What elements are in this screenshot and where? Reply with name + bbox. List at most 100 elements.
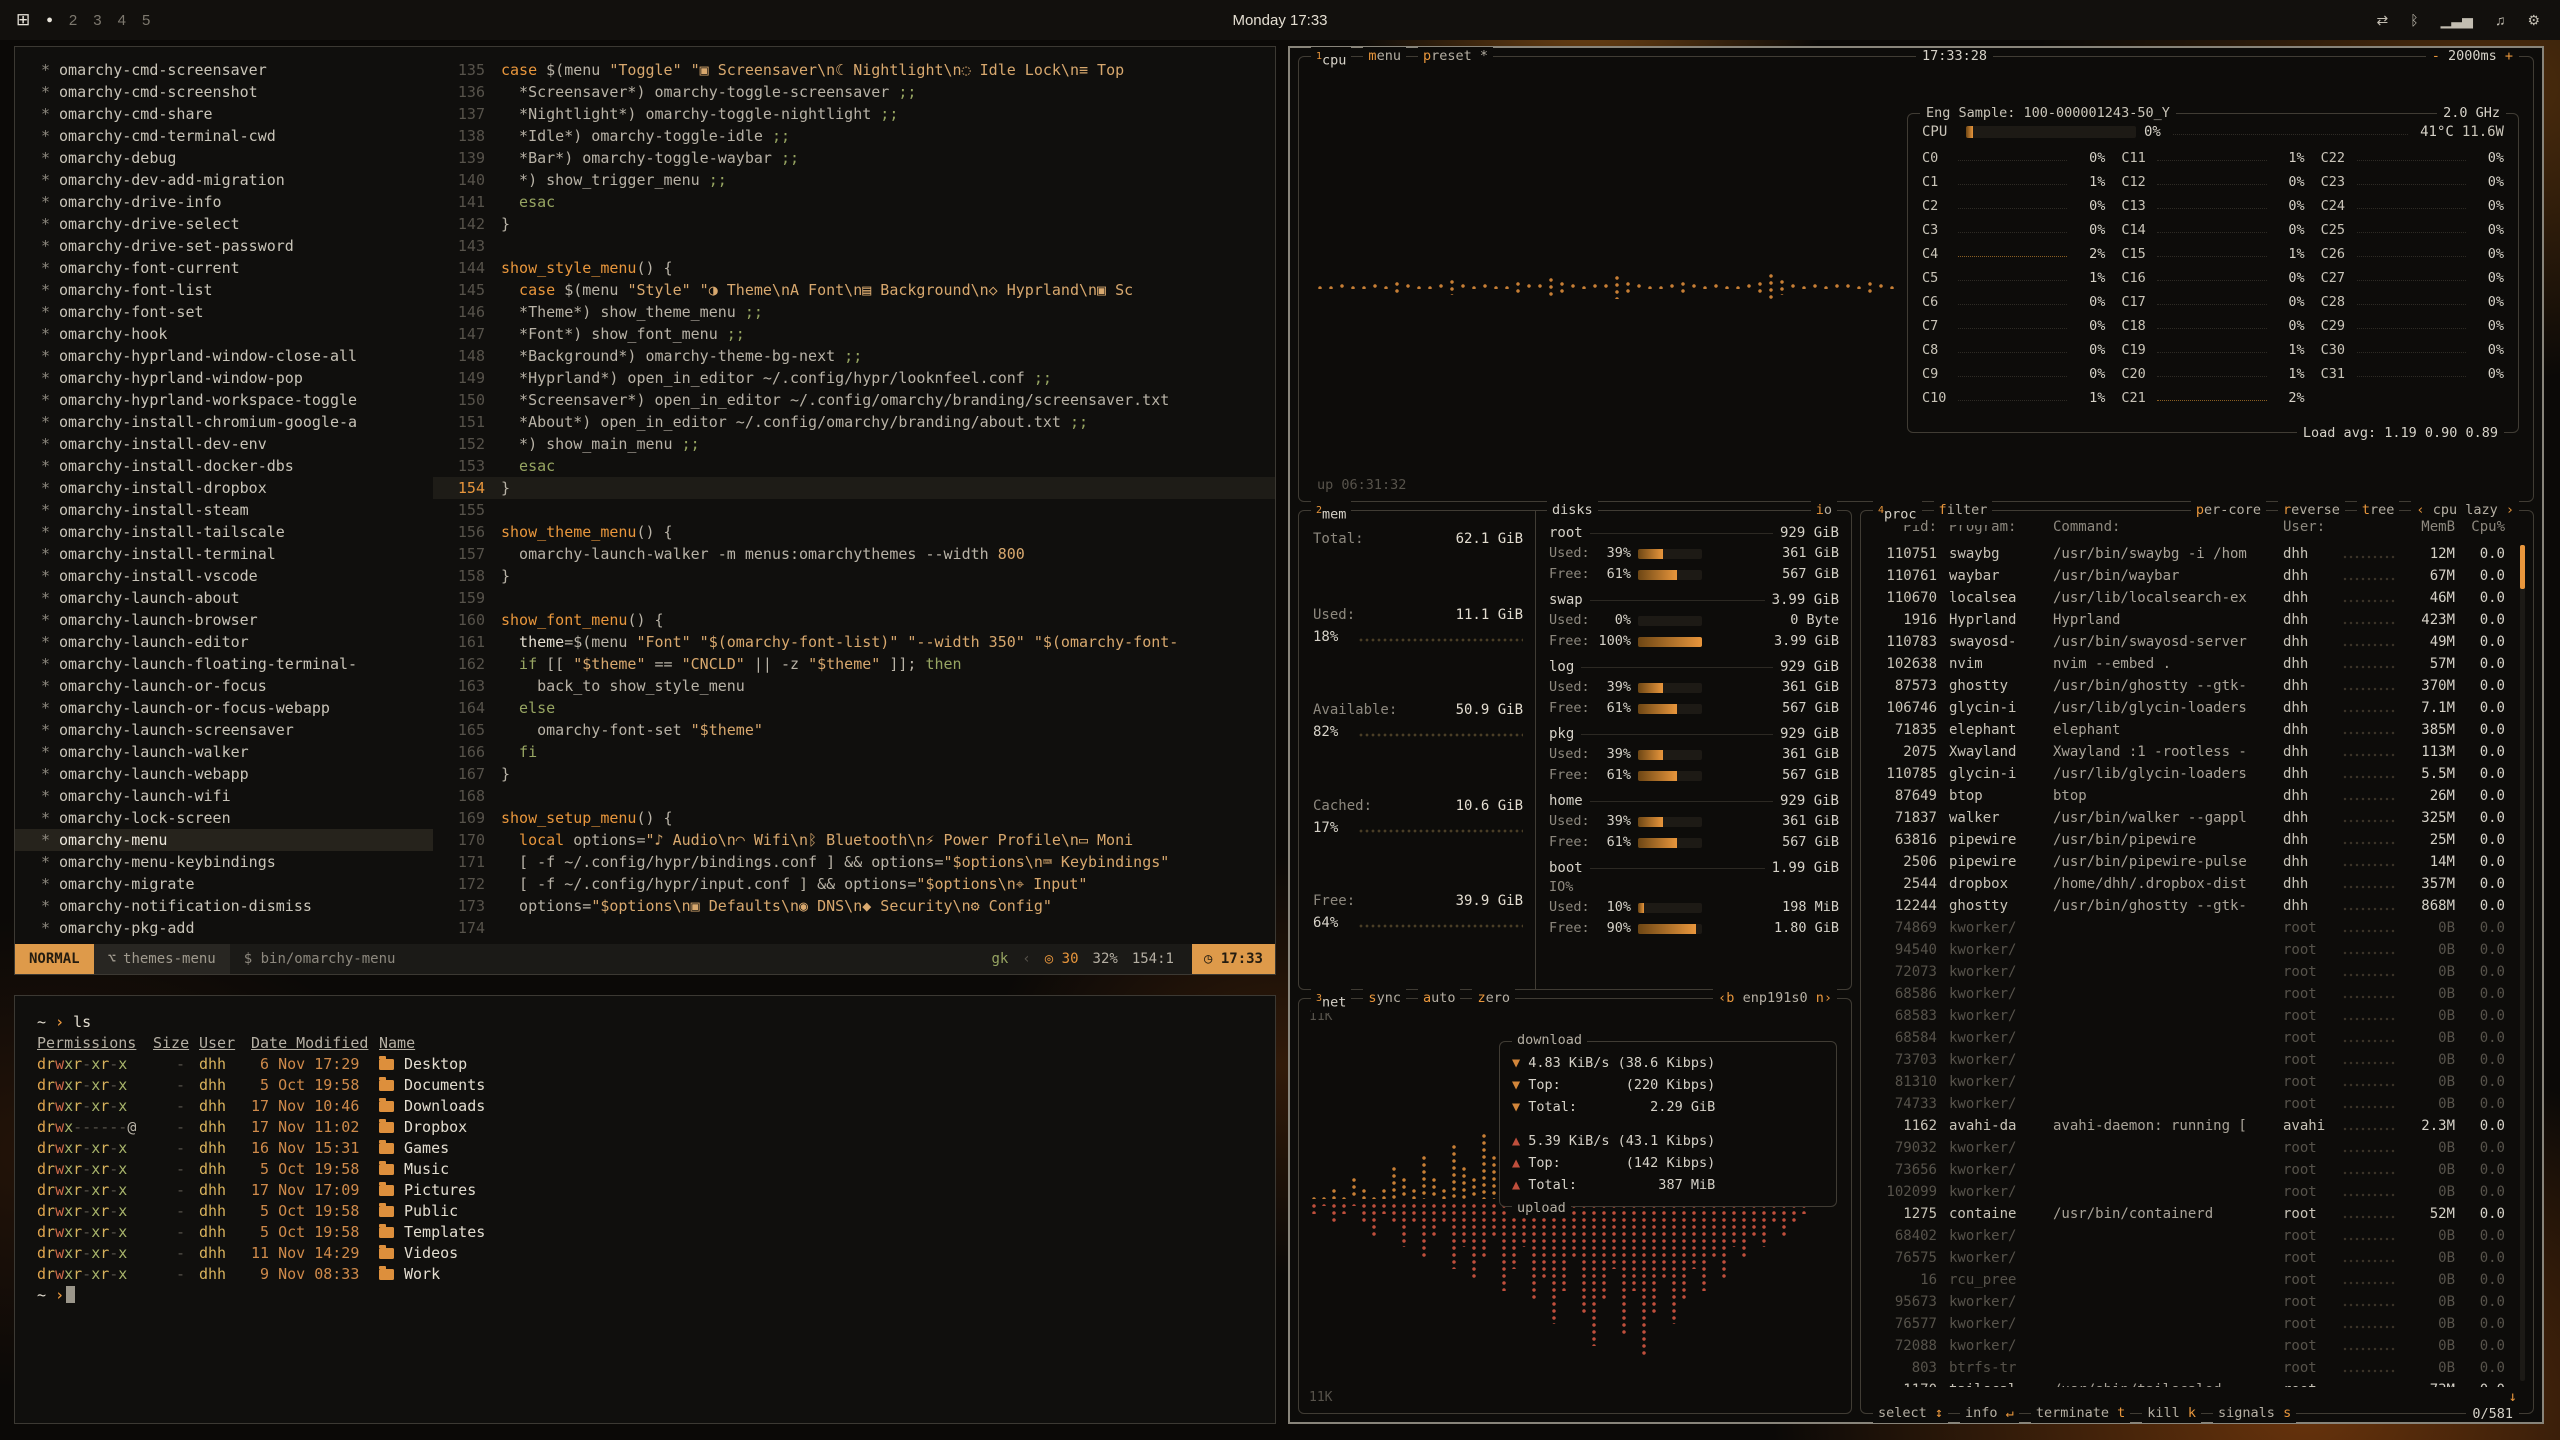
process-row[interactable]: 95673kworker/root0B0.0 xyxy=(1875,1291,2505,1313)
stats-icon[interactable]: ▁▃▅ xyxy=(2441,12,2473,29)
proc-footer-button[interactable]: signals s xyxy=(2213,1404,2296,1423)
explorer-item[interactable]: *omarchy-cmd-share xyxy=(15,103,433,125)
bluetooth-icon[interactable]: ᛒ xyxy=(2410,12,2418,29)
io-mode-button[interactable]: io xyxy=(1811,501,1837,520)
apps-icon[interactable]: ⊞ xyxy=(16,10,30,30)
explorer-item[interactable]: *omarchy-hyprland-window-pop xyxy=(15,367,433,389)
process-row[interactable]: 71837walker/usr/bin/walker --gappldhh325… xyxy=(1875,807,2505,829)
process-row[interactable]: 1170tailscal/usr/sbin/tailscaled --root7… xyxy=(1875,1379,2505,1387)
sort-selector[interactable]: ‹ cpu lazy › xyxy=(2411,501,2519,520)
workspace-4[interactable]: 4 xyxy=(118,12,126,29)
explorer-item[interactable]: *omarchy-install-vscode xyxy=(15,565,433,587)
process-row[interactable]: 76577kworker/root0B0.0 xyxy=(1875,1313,2505,1335)
explorer-item[interactable]: *omarchy-launch-or-focus xyxy=(15,675,433,697)
file-row[interactable]: drwxr-xr-x-dhh 5 Oct 19:58Documents xyxy=(37,1075,1253,1096)
explorer-item[interactable]: *omarchy-dev-add-migration xyxy=(15,169,433,191)
menu-button[interactable]: menu xyxy=(1363,47,1406,71)
process-row[interactable]: 110670localsea/usr/lib/localsearch-exdhh… xyxy=(1875,587,2505,609)
auto-button[interactable]: auto xyxy=(1418,989,1461,1013)
cpu-panel-title[interactable]: 1cpu xyxy=(1311,47,1351,71)
file-row[interactable]: drwxr-xr-x-dhh16 Nov 15:31Games xyxy=(37,1138,1253,1159)
explorer-item[interactable]: *omarchy-install-tailscale xyxy=(15,521,433,543)
reverse-button[interactable]: reverse xyxy=(2278,501,2345,520)
sync-button[interactable]: sync xyxy=(1363,989,1406,1013)
process-row[interactable]: 71835elephantelephantdhh385M0.0 xyxy=(1875,719,2505,741)
process-row[interactable]: 1275containe/usr/bin/containerdroot52M0.… xyxy=(1875,1203,2505,1225)
process-row[interactable]: 102638nvimnvim --embed .dhh57M0.0 xyxy=(1875,653,2505,675)
proc-panel-title[interactable]: 4proc xyxy=(1873,501,1922,525)
process-row[interactable]: 68583kworker/root0B0.0 xyxy=(1875,1005,2505,1027)
screencast-icon[interactable]: ⇄ xyxy=(2376,12,2388,29)
file-row[interactable]: drwxr-xr-x-dhh 9 Nov 08:33Work xyxy=(37,1264,1253,1285)
explorer-item[interactable]: *omarchy-font-set xyxy=(15,301,433,323)
process-row[interactable]: 110761waybar/usr/bin/waybardhh67M0.0 xyxy=(1875,565,2505,587)
explorer-item[interactable]: *omarchy-launch-browser xyxy=(15,609,433,631)
file-row[interactable]: drwxr-xr-x-dhh17 Nov 10:46Downloads xyxy=(37,1096,1253,1117)
process-row[interactable]: 79032kworker/root0B0.0 xyxy=(1875,1137,2505,1159)
proc-footer-button[interactable]: select ↕ xyxy=(1873,1404,1948,1423)
explorer-item[interactable]: *omarchy-notification-dismiss xyxy=(15,895,433,917)
process-row[interactable]: 110751swaybg/usr/bin/swaybg -i /homdhh12… xyxy=(1875,543,2505,565)
explorer-item[interactable]: *omarchy-cmd-screenshot xyxy=(15,81,433,103)
explorer-item[interactable]: *omarchy-hook xyxy=(15,323,433,345)
process-row[interactable]: 16rcu_preeroot0B0.0 xyxy=(1875,1269,2505,1291)
process-row[interactable]: 74869kworker/root0B0.0 xyxy=(1875,917,2505,939)
explorer-item[interactable]: *omarchy-drive-select xyxy=(15,213,433,235)
process-row[interactable]: 74733kworker/root0B0.0 xyxy=(1875,1093,2505,1115)
explorer-item[interactable]: *omarchy-drive-info xyxy=(15,191,433,213)
proc-scrollbar[interactable] xyxy=(2520,545,2525,1381)
explorer-item[interactable]: *omarchy-debug xyxy=(15,147,433,169)
process-row[interactable]: 68586kworker/root0B0.0 xyxy=(1875,983,2505,1005)
explorer-item[interactable]: *omarchy-install-dropbox xyxy=(15,477,433,499)
explorer-item[interactable]: *omarchy-launch-screensaver xyxy=(15,719,433,741)
process-row[interactable]: 73656kworker/root0B0.0 xyxy=(1875,1159,2505,1181)
explorer-item[interactable]: *omarchy-launch-floating-terminal- xyxy=(15,653,433,675)
net-panel-title[interactable]: 3net xyxy=(1311,989,1351,1013)
process-row[interactable]: 2075XwaylandXwayland :1 -rootless -dhh11… xyxy=(1875,741,2505,763)
file-row[interactable]: drwxr-xr-x-dhh 6 Nov 17:29Desktop xyxy=(37,1054,1253,1075)
process-row[interactable]: 94540kworker/root0B0.0 xyxy=(1875,939,2505,961)
file-row[interactable]: drwxr-xr-x-dhh 5 Oct 19:58Templates xyxy=(37,1222,1253,1243)
workspace-2[interactable]: 2 xyxy=(69,12,77,29)
process-row[interactable]: 2506pipewire/usr/bin/pipewire-pulsedhh14… xyxy=(1875,851,2505,873)
explorer-item[interactable]: *omarchy-font-list xyxy=(15,279,433,301)
mem-panel-title[interactable]: 2mem xyxy=(1311,501,1351,525)
explorer-item[interactable]: *omarchy-launch-editor xyxy=(15,631,433,653)
process-row[interactable]: 2544dropbox/home/dhh/.dropbox-distdhh357… xyxy=(1875,873,2505,895)
file-row[interactable]: drwxr-xr-x-dhh 5 Oct 19:58Music xyxy=(37,1159,1253,1180)
scroll-down-icon[interactable]: ↓ xyxy=(2509,1389,2517,1405)
interval-control[interactable]: - 2000ms + xyxy=(2426,48,2519,64)
process-row[interactable]: 72088kworker/root0B0.0 xyxy=(1875,1335,2505,1357)
explorer-item[interactable]: *omarchy-pkg-add xyxy=(15,917,433,939)
preset-button[interactable]: preset * xyxy=(1418,47,1493,71)
explorer-item[interactable]: *omarchy-migrate xyxy=(15,873,433,895)
settings-icon[interactable]: ⚙ xyxy=(2527,12,2540,29)
process-row[interactable]: 87649btopbtopdhh26M0.0 xyxy=(1875,785,2505,807)
terminal-window[interactable]: ~ › ls PermissionsSizeUserDate ModifiedN… xyxy=(14,995,1276,1424)
explorer-item[interactable]: *omarchy-install-steam xyxy=(15,499,433,521)
explorer-item[interactable]: *omarchy-menu xyxy=(15,829,433,851)
filter-button[interactable]: filter xyxy=(1934,501,1993,525)
process-row[interactable]: 68402kworker/root0B0.0 xyxy=(1875,1225,2505,1247)
volume-icon[interactable]: ♫ xyxy=(2495,12,2506,29)
process-row[interactable]: 87573ghostty/usr/bin/ghostty --gtk-dhh37… xyxy=(1875,675,2505,697)
file-row[interactable]: drwxr-xr-x-dhh11 Nov 14:29Videos xyxy=(37,1243,1253,1264)
code-editor[interactable]: 135case $(menu "Toggle" "▣ Screensaver\n… xyxy=(433,47,1275,944)
tree-button[interactable]: tree xyxy=(2357,501,2400,520)
explorer-item[interactable]: *omarchy-hyprland-workspace-toggle xyxy=(15,389,433,411)
process-row[interactable]: 110785glycin-i/usr/lib/glycin-loadersdhh… xyxy=(1875,763,2505,785)
explorer-item[interactable]: *omarchy-install-dev-env xyxy=(15,433,433,455)
process-row[interactable]: 106746glycin-i/usr/lib/glycin-loadersdhh… xyxy=(1875,697,2505,719)
process-row[interactable]: 1916HyprlandHyprlanddhh423M0.0 xyxy=(1875,609,2505,631)
explorer-item[interactable]: *omarchy-install-terminal xyxy=(15,543,433,565)
explorer-item[interactable]: *omarchy-launch-webapp xyxy=(15,763,433,785)
explorer-item[interactable]: *omarchy-install-chromium-google-a xyxy=(15,411,433,433)
proc-footer-button[interactable]: info ↵ xyxy=(1960,1404,2019,1423)
process-row[interactable]: 76575kworker/root0B0.0 xyxy=(1875,1247,2505,1269)
git-branch[interactable]: ⌥themes-menu xyxy=(94,944,230,974)
explorer-item[interactable]: *omarchy-install-docker-dbs xyxy=(15,455,433,477)
explorer-item[interactable]: *omarchy-menu-keybindings xyxy=(15,851,433,873)
process-row[interactable]: 63816pipewire/usr/bin/pipewiredhh25M0.0 xyxy=(1875,829,2505,851)
proc-footer-button[interactable]: terminate t xyxy=(2031,1404,2130,1423)
workspace-3[interactable]: 3 xyxy=(93,12,101,29)
